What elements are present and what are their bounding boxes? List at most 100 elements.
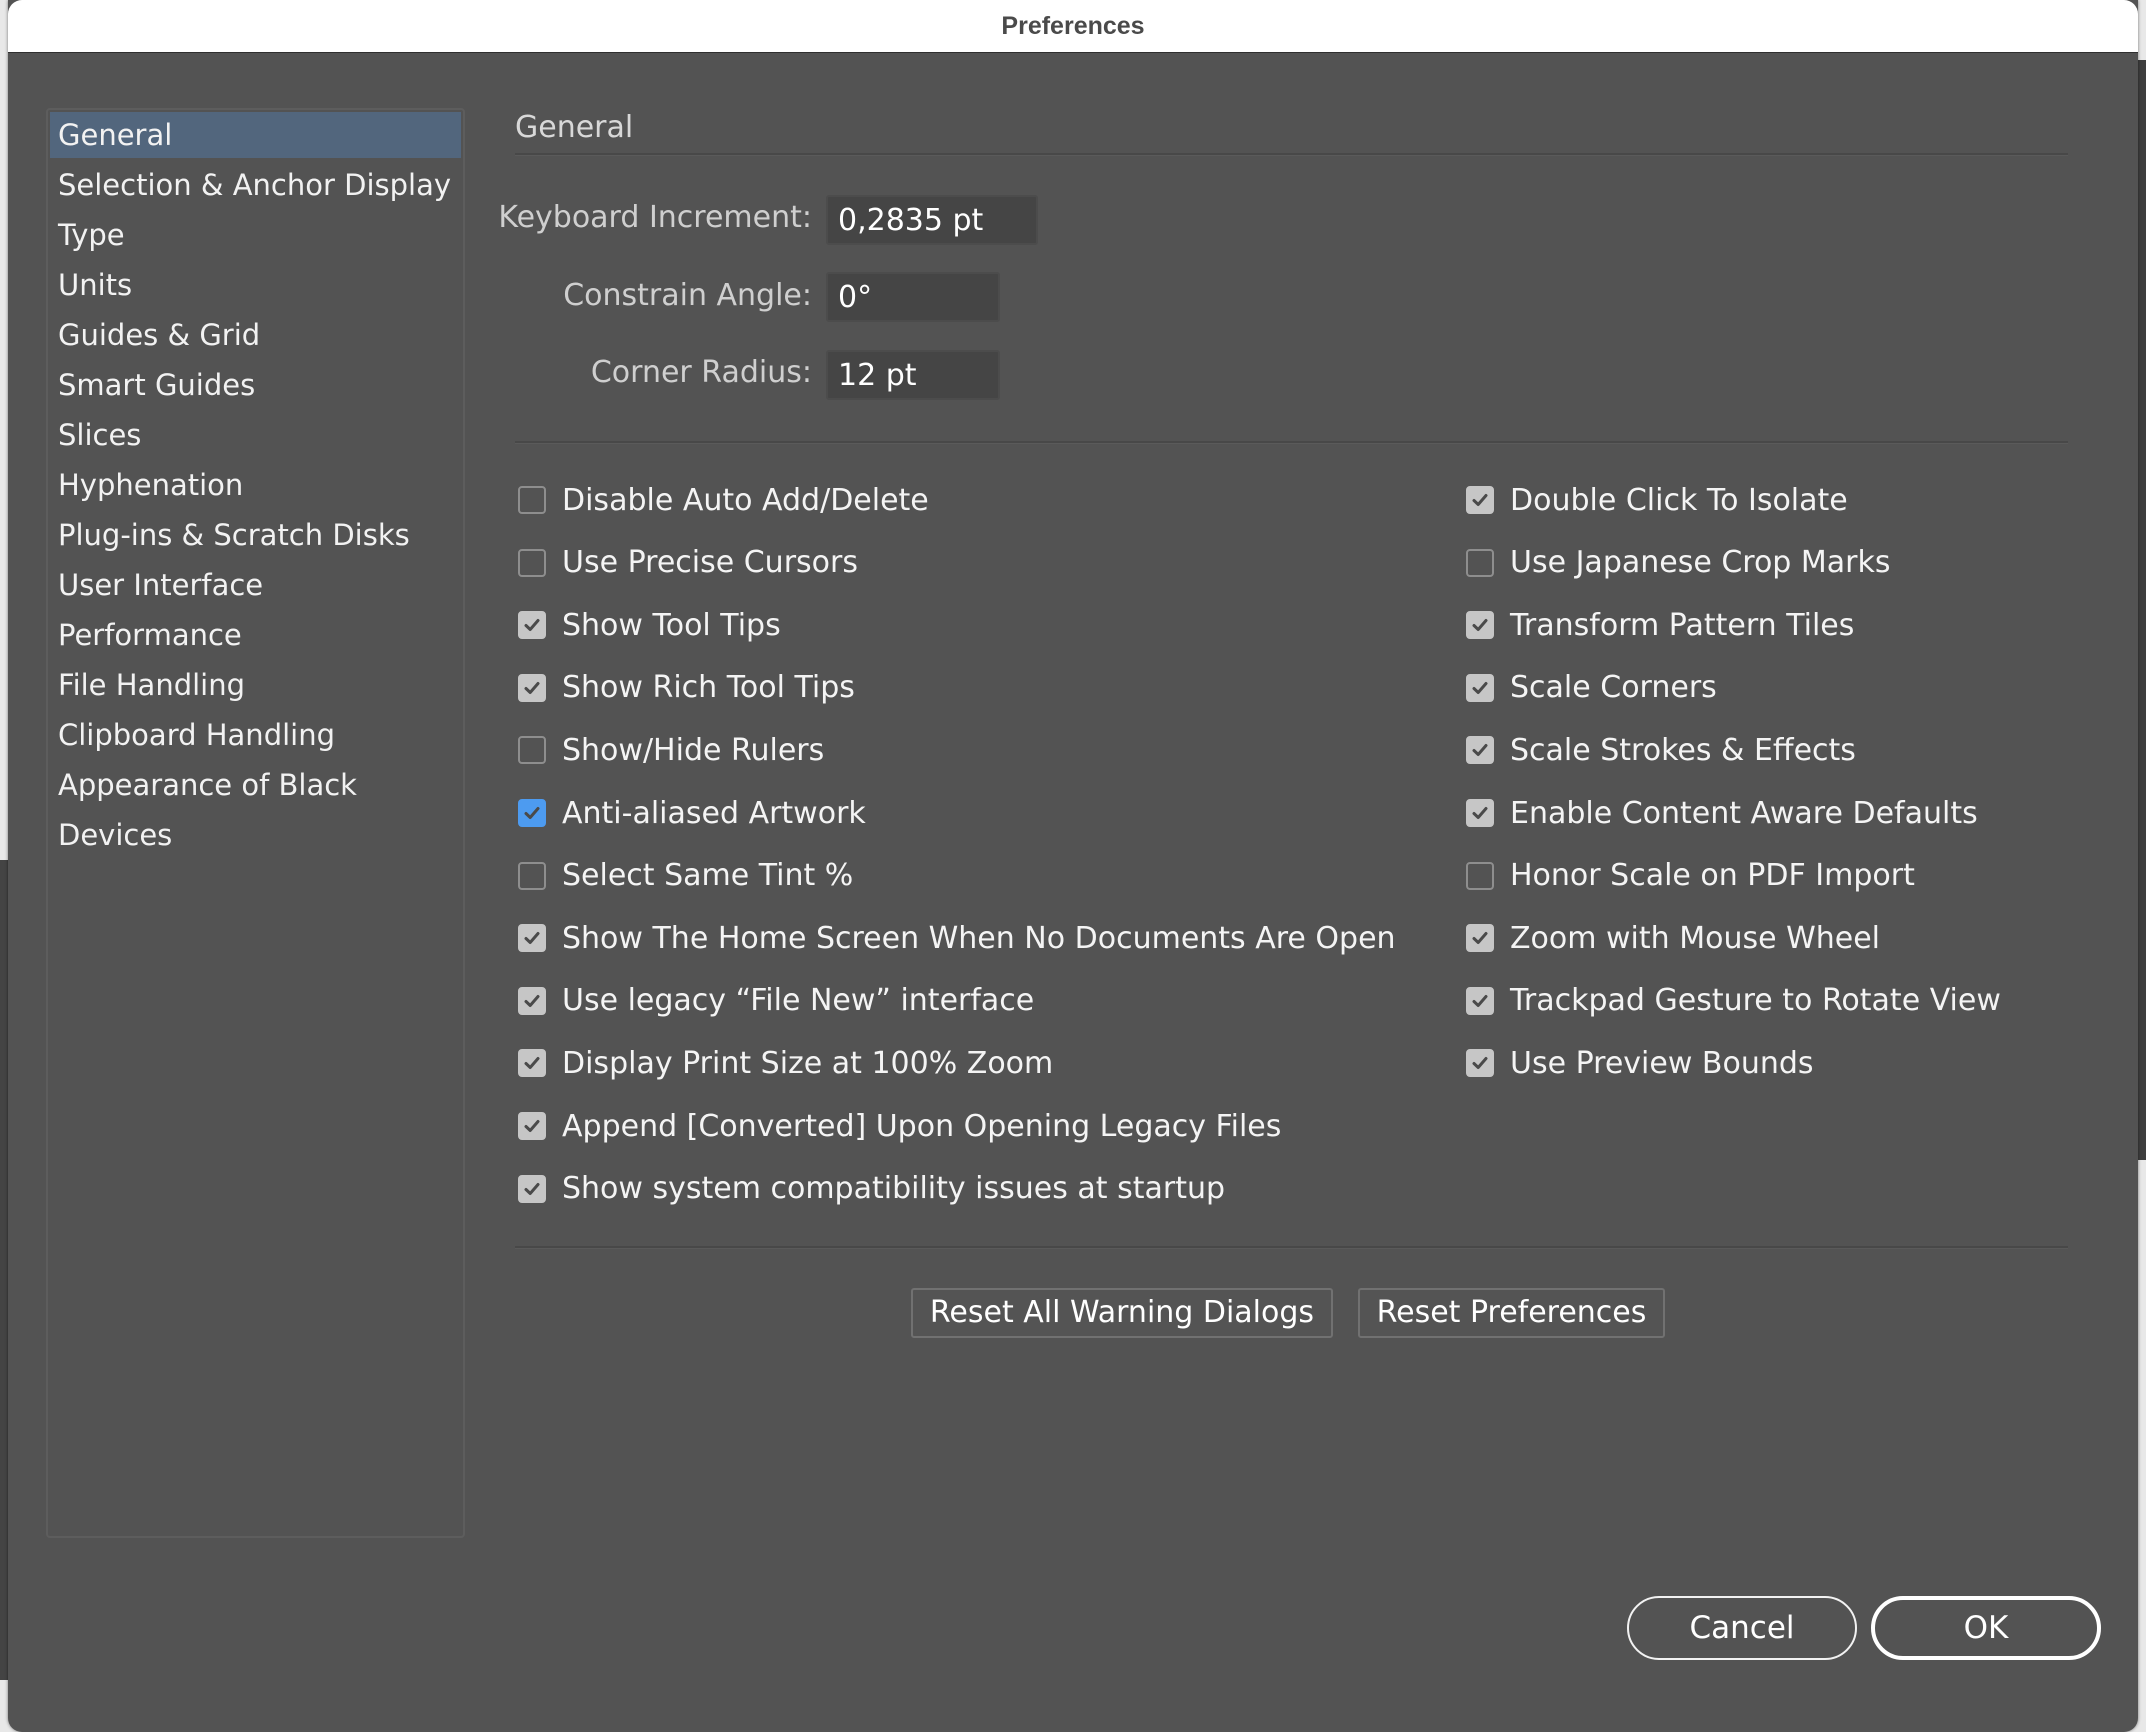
divider — [515, 153, 2068, 156]
checkbox-checked[interactable] — [1466, 486, 1494, 514]
sidebar-item-hyphenation[interactable]: Hyphenation — [50, 462, 461, 508]
keyboard-increment-input[interactable] — [826, 195, 1038, 245]
checkmark-icon — [1472, 619, 1488, 632]
option-zoom-with-mouse-wheel[interactable]: Zoom with Mouse Wheel — [1466, 918, 1880, 958]
checkmark-icon — [524, 807, 540, 819]
sidebar-item-smart-guides[interactable]: Smart Guides — [50, 362, 461, 408]
option-show-system-compatibility-issues-at-startup[interactable]: Show system compatibility issues at star… — [518, 1169, 1225, 1209]
checkbox-checked[interactable] — [518, 1049, 546, 1078]
checkmark-icon — [1472, 1057, 1488, 1070]
checkbox-checked[interactable] — [518, 1112, 546, 1140]
option-label: Show system compatibility issues at star… — [562, 1171, 1226, 1207]
option-use-preview-bounds[interactable]: Use Preview Bounds — [1466, 1043, 1814, 1083]
checkmark-icon — [524, 619, 540, 632]
option-use-legacy-file-new-interface[interactable]: Use legacy “File New” interface — [518, 981, 1034, 1021]
option-label: Honor Scale on PDF Import — [1510, 858, 1915, 894]
checkbox-checked[interactable] — [1466, 611, 1494, 640]
sidebar-item-devices[interactable]: Devices — [50, 812, 461, 858]
preferences-dialog: Preferences General Selection & Anchor Di… — [8, 0, 2138, 1732]
checkbox-checked[interactable] — [518, 986, 546, 1015]
option-display-print-size-at-100-zoom[interactable]: Display Print Size at 100% Zoom — [518, 1043, 1053, 1083]
corner-radius-input[interactable] — [826, 350, 1000, 400]
option-scale-strokes-effects[interactable]: Scale Strokes & Effects — [1466, 730, 1856, 770]
option-select-same-tint[interactable]: Select Same Tint % — [518, 856, 853, 896]
option-label: Transform Pattern Tiles — [1510, 607, 1855, 643]
option-transform-pattern-tiles[interactable]: Transform Pattern Tiles — [1466, 605, 1854, 645]
option-label: Show/Hide Rulers — [562, 732, 825, 768]
option-scale-corners[interactable]: Scale Corners — [1466, 668, 1717, 708]
checkbox-checked[interactable] — [1466, 799, 1494, 827]
option-trackpad-gesture-to-rotate-view[interactable]: Trackpad Gesture to Rotate View — [1466, 981, 2001, 1021]
title-bar[interactable]: Preferences — [8, 0, 2138, 53]
option-label: Use Preview Bounds — [1510, 1045, 1814, 1081]
checkbox-checked[interactable] — [1466, 736, 1494, 765]
sidebar-item-plug-ins-scratch-disks[interactable]: Plug-ins & Scratch Disks — [50, 512, 461, 558]
option-label: Trackpad Gesture to Rotate View — [1510, 983, 2001, 1019]
sidebar-item-appearance-of-black[interactable]: Appearance of Black — [50, 762, 461, 808]
reset-preferences-button[interactable]: Reset Preferences — [1358, 1288, 1665, 1338]
option-label: Use Precise Cursors — [562, 545, 858, 581]
sidebar-item-selection-anchor-display[interactable]: Selection & Anchor Display — [50, 162, 461, 208]
option-label: Scale Corners — [1510, 670, 1717, 706]
option-label: Disable Auto Add/Delete — [562, 482, 929, 518]
checkbox-unchecked[interactable] — [1466, 548, 1494, 577]
option-append-converted-upon-opening-legacy-files[interactable]: Append [Converted] Upon Opening Legacy F… — [518, 1106, 1281, 1146]
option-show-hide-rulers[interactable]: Show/Hide Rulers — [518, 730, 824, 770]
keyboard-increment-label: Keyboard Increment: — [498, 200, 812, 235]
checkmark-icon — [524, 932, 540, 945]
checkbox-unchecked[interactable] — [518, 861, 546, 890]
section-title: General — [515, 110, 634, 145]
checkbox-checked[interactable] — [518, 673, 546, 702]
sidebar-item-units[interactable]: Units — [50, 262, 461, 308]
checkbox-checked[interactable] — [1466, 924, 1494, 953]
option-double-click-to-isolate[interactable]: Double Click To Isolate — [1466, 480, 1848, 520]
checkbox-checked[interactable] — [1466, 1049, 1494, 1078]
sidebar-item-slices[interactable]: Slices — [50, 412, 461, 458]
checkmark-icon — [524, 1057, 540, 1070]
reset-warning-dialogs-button[interactable]: Reset All Warning Dialogs — [911, 1288, 1333, 1338]
cancel-button[interactable]: Cancel — [1627, 1596, 1857, 1660]
corner-radius-label: Corner Radius: — [590, 355, 812, 390]
checkmark-icon — [524, 994, 540, 1007]
option-label: Show Rich Tool Tips — [562, 670, 855, 706]
checkmark-icon — [1472, 932, 1488, 945]
option-label: Append [Converted] Upon Opening Legacy F… — [562, 1108, 1282, 1144]
sidebar-item-clipboard-handling[interactable]: Clipboard Handling — [50, 712, 461, 758]
checkbox-checked[interactable] — [518, 611, 546, 640]
checkbox-unchecked[interactable] — [518, 548, 546, 577]
checkmark-icon — [524, 1182, 540, 1195]
constrain-angle-label: Constrain Angle: — [563, 278, 812, 313]
option-enable-content-aware-defaults[interactable]: Enable Content Aware Defaults — [1466, 793, 1978, 833]
option-anti-aliased-artwork[interactable]: Anti-aliased Artwork — [518, 793, 866, 833]
checkbox-unchecked[interactable] — [1466, 861, 1494, 890]
checkbox-checked[interactable] — [518, 799, 546, 827]
checkbox-checked[interactable] — [1466, 673, 1494, 702]
option-show-rich-tool-tips[interactable]: Show Rich Tool Tips — [518, 668, 855, 708]
option-label: Anti-aliased Artwork — [562, 795, 866, 831]
checkbox-checked[interactable] — [1466, 986, 1494, 1015]
sidebar-item-user-interface[interactable]: User Interface — [50, 562, 461, 608]
constrain-angle-input[interactable] — [826, 272, 1000, 322]
sidebar-item-file-handling[interactable]: File Handling — [50, 662, 461, 708]
checkmark-icon — [1472, 807, 1488, 819]
checkbox-checked[interactable] — [518, 1174, 546, 1203]
checkmark-icon — [1472, 494, 1488, 506]
option-honor-scale-on-pdf-import[interactable]: Honor Scale on PDF Import — [1466, 856, 1915, 896]
checkbox-unchecked[interactable] — [518, 736, 546, 765]
option-label: Show Tool Tips — [562, 607, 781, 643]
option-show-tool-tips[interactable]: Show Tool Tips — [518, 605, 781, 645]
option-label: Zoom with Mouse Wheel — [1510, 920, 1881, 956]
checkbox-unchecked[interactable] — [518, 486, 546, 514]
checkbox-checked[interactable] — [518, 924, 546, 953]
option-disable-auto-add-delete[interactable]: Disable Auto Add/Delete — [518, 480, 929, 520]
ok-button[interactable]: OK — [1871, 1596, 2101, 1660]
option-use-japanese-crop-marks[interactable]: Use Japanese Crop Marks — [1466, 543, 1891, 583]
sidebar-item-guides-grid[interactable]: Guides & Grid — [50, 312, 461, 358]
checkmark-icon — [524, 681, 540, 694]
sidebar-item-performance[interactable]: Performance — [50, 612, 461, 658]
sidebar-item-type[interactable]: Type — [50, 212, 461, 258]
option-use-precise-cursors[interactable]: Use Precise Cursors — [518, 543, 858, 583]
option-show-the-home-screen-when-no-documents-are-open[interactable]: Show The Home Screen When No Documents A… — [518, 918, 1396, 958]
sidebar-category-list[interactable]: General Selection & Anchor Display Type Uni… — [46, 108, 465, 1538]
sidebar-item-general[interactable]: General — [50, 112, 461, 158]
